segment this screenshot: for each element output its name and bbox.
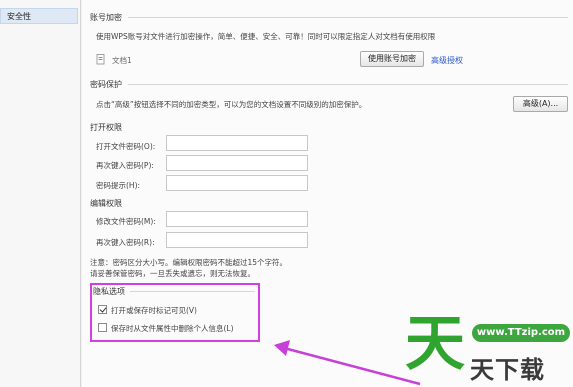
pointer-arrow-icon bbox=[274, 340, 421, 386]
sidebar-item-security[interactable]: 安全性 bbox=[0, 8, 78, 24]
account-encryption-title: 账号加密 bbox=[90, 13, 122, 22]
open-password-input[interactable] bbox=[166, 135, 308, 151]
account-encryption-description: 使用WPS账号对文件进行加密操作，简单、便捷、安全、可靠！同时可以限定指定人对文… bbox=[96, 32, 436, 41]
password-note-line2: 请妥善保管密码，一旦丢失或遗忘，则无法恢复。 bbox=[90, 269, 255, 278]
mark-visible-label: 打开或保存时标记可见(V) bbox=[111, 306, 197, 315]
open-password-label: 打开文件密码(O): bbox=[96, 142, 156, 151]
document-name: 文档1 bbox=[112, 56, 132, 65]
section-divider bbox=[128, 84, 568, 85]
confirm-modify-password-input[interactable] bbox=[166, 232, 308, 248]
section-divider bbox=[128, 17, 568, 18]
remove-personal-info-label: 保存时从文件属性中删除个人信息(L) bbox=[111, 324, 234, 333]
remove-personal-info-checkbox[interactable] bbox=[98, 323, 107, 332]
watermark-badge: www.TTzip.com bbox=[472, 324, 570, 342]
password-hint-label: 密码提示(H): bbox=[96, 181, 141, 190]
svg-text:天: 天 bbox=[405, 309, 465, 378]
confirm-open-password-input[interactable] bbox=[166, 155, 308, 171]
document-icon bbox=[96, 54, 105, 65]
watermark-logo-icon: 天 bbox=[405, 309, 465, 378]
open-permission-title: 打开权限 bbox=[90, 123, 122, 132]
watermark-text: 天下载 bbox=[470, 356, 545, 384]
password-hint-input[interactable] bbox=[166, 175, 308, 191]
sidebar: 安全性 bbox=[0, 0, 81, 387]
confirm-open-password-label: 再次键入密码(P): bbox=[96, 161, 154, 170]
modify-password-label: 修改文件密码(M): bbox=[96, 217, 156, 226]
modify-password-input[interactable] bbox=[166, 211, 308, 227]
privacy-options-title: 隐私选项 bbox=[93, 287, 125, 296]
advanced-button[interactable]: 高级(A)... bbox=[513, 96, 568, 112]
password-protection-title: 密码保护 bbox=[90, 80, 122, 89]
section-divider bbox=[130, 291, 255, 292]
password-protection-description: 点击“高级”按钮选择不同的加密类型，可以为您的文档设置不同级别的加密保护。 bbox=[96, 100, 367, 109]
account-encryption-button[interactable]: 使用账号加密 bbox=[360, 51, 424, 67]
password-note-line1: 注意：密码区分大小写。编辑权限密码不能超过15个字符。 bbox=[90, 258, 288, 267]
edit-permission-title: 编辑权限 bbox=[90, 199, 122, 208]
confirm-modify-password-label: 再次键入密码(R): bbox=[96, 238, 155, 247]
mark-visible-checkbox[interactable] bbox=[98, 305, 107, 314]
advanced-authorization-link[interactable]: 高级授权 bbox=[431, 55, 463, 66]
